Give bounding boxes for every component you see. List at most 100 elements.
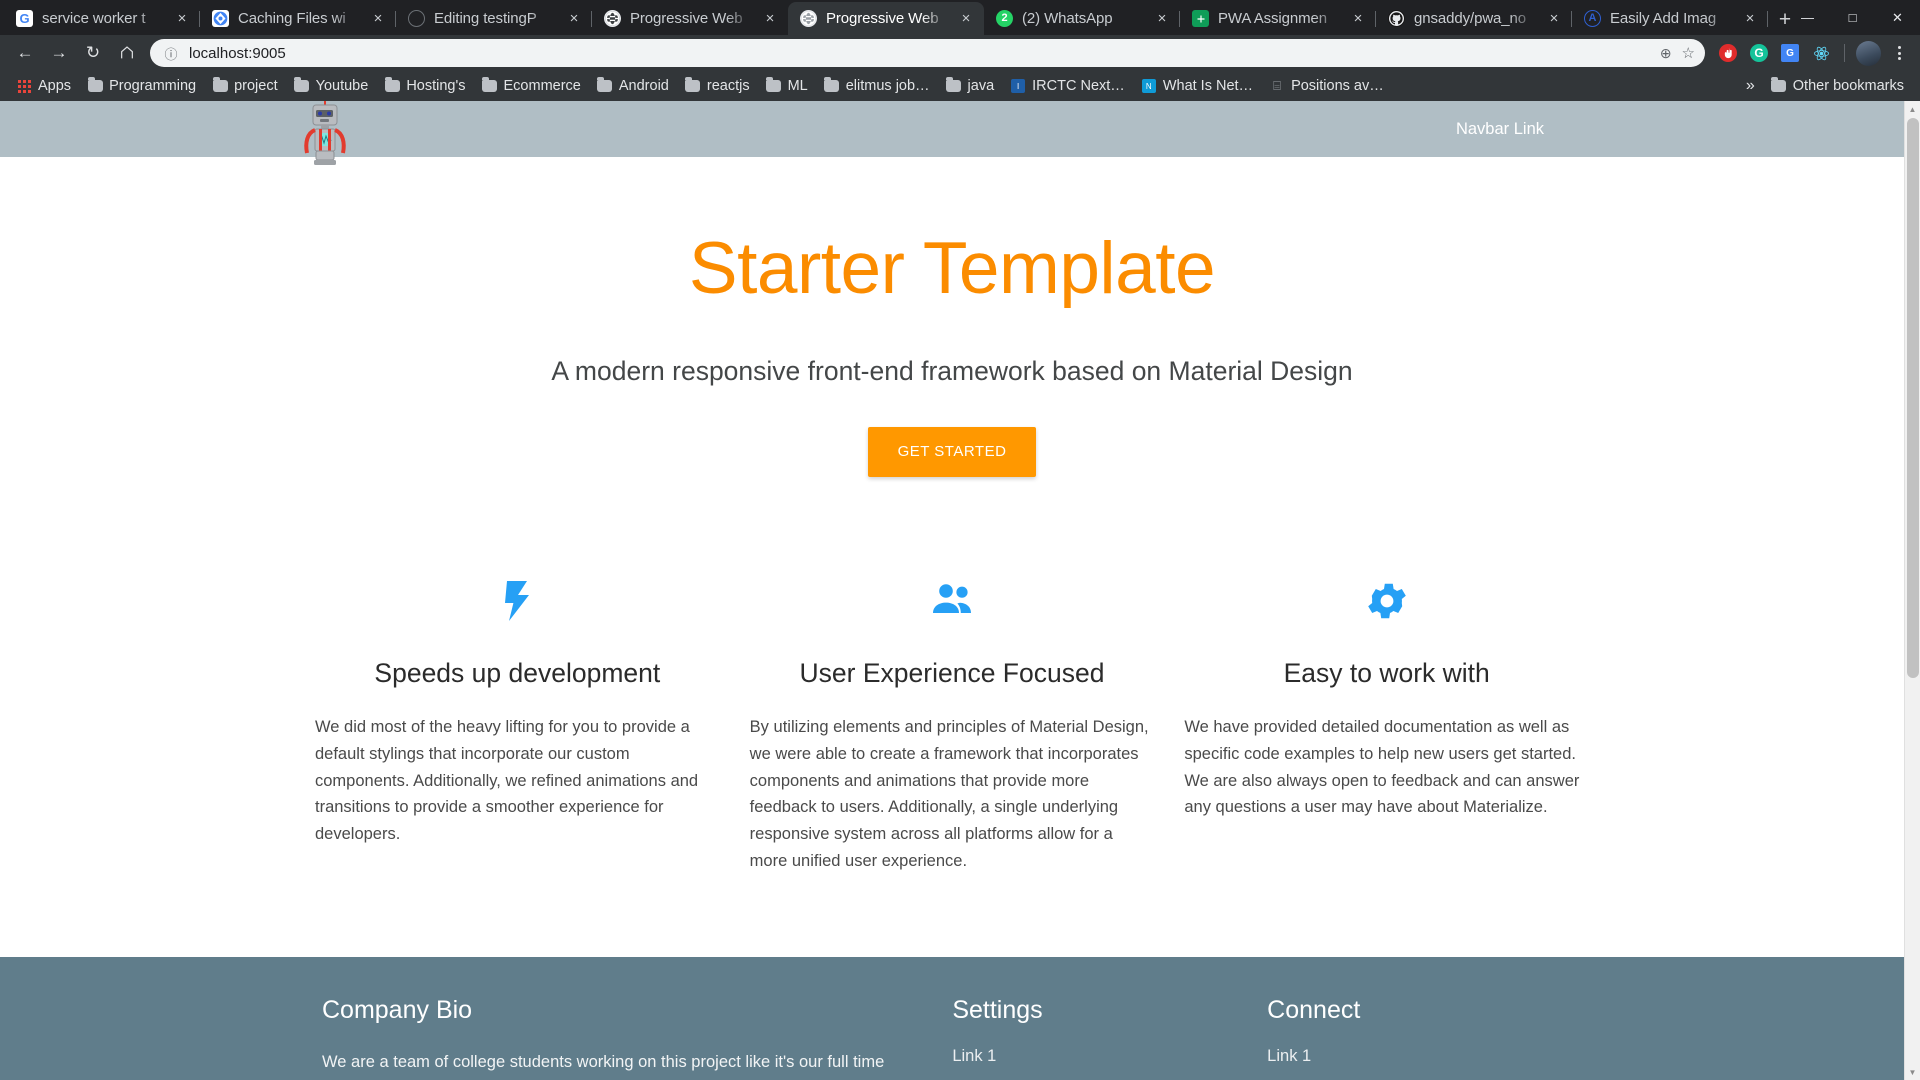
bookmark-item[interactable]: Android: [589, 75, 677, 97]
folder-icon: [824, 78, 840, 94]
bookmark-item[interactable]: Programming: [79, 75, 204, 97]
feature-card: Speeds up development We did most of the…: [300, 577, 735, 874]
chrome-menu-icon[interactable]: [1886, 40, 1912, 66]
browser-window: G service worker t × Caching Files wi × …: [0, 0, 1920, 1080]
browser-tab-active[interactable]: Progressive Web ×: [788, 2, 984, 35]
browser-tab[interactable]: Caching Files wi ×: [200, 2, 396, 35]
tab-title: Progressive Web: [630, 10, 756, 27]
back-icon[interactable]: ←: [8, 38, 42, 68]
browser-tab[interactable]: G service worker t ×: [4, 2, 200, 35]
maximize-icon[interactable]: □: [1830, 0, 1875, 35]
settings-gear-icon: [1184, 577, 1589, 635]
footer-link[interactable]: Link 1: [1267, 1047, 1582, 1066]
close-icon[interactable]: ×: [172, 9, 192, 29]
bookmark-label: ML: [788, 78, 808, 94]
address-bar[interactable]: ⓘ localhost:9005 ⊕ ☆: [150, 39, 1705, 67]
footer-link[interactable]: Link 1: [952, 1047, 1267, 1066]
web-page: Navbar Link Starter Template A modern re…: [0, 101, 1904, 1080]
feature-text: We did most of the heavy lifting for you…: [315, 714, 720, 848]
forward-icon[interactable]: →: [42, 38, 76, 68]
browser-tab[interactable]: gnsaddy/pwa_no ×: [1376, 2, 1572, 35]
irctc-icon: I: [1010, 78, 1026, 94]
bookmark-item[interactable]: project: [204, 75, 286, 97]
bookmark-label: Positions av…: [1291, 78, 1384, 94]
tab-title: service worker t: [42, 10, 168, 27]
browser-tab[interactable]: 2 (2) WhatsApp ×: [984, 2, 1180, 35]
tab-title: gnsaddy/pwa_no: [1414, 10, 1540, 27]
hero-section: Starter Template A modern responsive fro…: [0, 157, 1904, 477]
bookmark-item[interactable]: Hosting's: [376, 75, 473, 97]
close-icon[interactable]: ×: [1740, 9, 1760, 29]
page-viewport: Navbar Link Starter Template A modern re…: [0, 101, 1920, 1080]
footer-bio-text: We are a team of college students workin…: [322, 1049, 912, 1080]
google-translate-icon[interactable]: G: [1777, 40, 1803, 66]
whatsapp-icon: 2: [996, 10, 1013, 27]
feature-text: We have provided detailed documentation …: [1184, 714, 1589, 821]
folder-icon: [597, 78, 613, 94]
feature-title: Speeds up development: [315, 658, 720, 689]
bookmark-item[interactable]: java: [938, 75, 1003, 97]
react-devtools-icon[interactable]: [1808, 40, 1834, 66]
grammarly-icon[interactable]: G: [1746, 40, 1772, 66]
bookmark-item[interactable]: ML: [758, 75, 816, 97]
close-icon[interactable]: ×: [760, 9, 780, 29]
document-icon: ⌸: [1269, 78, 1285, 94]
reload-icon[interactable]: ↻: [76, 38, 110, 68]
sheets-icon: [1192, 10, 1209, 27]
browser-tab[interactable]: PWA Assignmen ×: [1180, 2, 1376, 35]
close-icon[interactable]: ×: [956, 9, 976, 29]
bookmark-apps[interactable]: Apps: [8, 75, 79, 97]
robot-logo[interactable]: [302, 101, 348, 165]
close-icon[interactable]: ×: [564, 9, 584, 29]
bookmark-item[interactable]: elitmus job…: [816, 75, 938, 97]
features-section: Speeds up development We did most of the…: [0, 577, 1904, 874]
avatar[interactable]: [1855, 40, 1881, 66]
close-icon[interactable]: ×: [368, 9, 388, 29]
url-text[interactable]: localhost:9005: [189, 45, 1660, 62]
close-icon[interactable]: ×: [1544, 9, 1564, 29]
google-icon: G: [16, 10, 33, 27]
site-navbar: Navbar Link: [0, 101, 1904, 157]
get-started-button[interactable]: GET STARTED: [868, 427, 1037, 477]
close-window-icon[interactable]: ✕: [1875, 0, 1920, 35]
bookmark-item[interactable]: Youtube: [286, 75, 377, 97]
other-bookmarks-label: Other bookmarks: [1793, 78, 1904, 94]
footer-connect-column: Connect Link 1 Link 2: [1267, 995, 1582, 1080]
folder-icon: [212, 78, 228, 94]
close-icon[interactable]: ×: [1348, 9, 1368, 29]
bookmark-label: Youtube: [316, 78, 369, 94]
share-icon[interactable]: ⊕: [1660, 45, 1672, 62]
tab-title: Easily Add Imag: [1610, 10, 1736, 27]
bookmark-item[interactable]: Ecommerce: [474, 75, 589, 97]
browser-tab[interactable]: Progressive Web ×: [592, 2, 788, 35]
adblock-icon[interactable]: [1715, 40, 1741, 66]
scroll-down-icon[interactable]: ▼: [1905, 1064, 1920, 1080]
browser-tab[interactable]: Editing testingP ×: [396, 2, 592, 35]
navbar-link[interactable]: Navbar Link: [1441, 120, 1559, 139]
page-scrollbar[interactable]: ▲ ▼: [1904, 101, 1920, 1080]
tab-title: (2) WhatsApp: [1022, 10, 1148, 27]
bookmark-item[interactable]: NWhat Is Net…: [1133, 75, 1261, 97]
footer-heading: Company Bio: [322, 995, 912, 1025]
bookmark-label: java: [968, 78, 995, 94]
minimize-icon[interactable]: —: [1785, 0, 1830, 35]
bookmark-item[interactable]: ⌸ Positions av…: [1261, 75, 1392, 97]
close-icon[interactable]: ×: [1152, 9, 1172, 29]
tab-separator: [1767, 11, 1768, 27]
folder-icon: [685, 78, 701, 94]
bookmark-star-icon[interactable]: ☆: [1682, 44, 1695, 62]
bookmark-item[interactable]: reactjs: [677, 75, 758, 97]
scroll-up-icon[interactable]: ▲: [1905, 101, 1920, 117]
scrollbar-thumb[interactable]: [1907, 118, 1919, 678]
page-info-icon[interactable]: ⓘ: [162, 44, 180, 62]
bookmark-label: Programming: [109, 78, 196, 94]
browser-tab[interactable]: A Easily Add Imag ×: [1572, 2, 1768, 35]
bookmarks-overflow-button[interactable]: »: [1738, 74, 1763, 98]
folder-icon: [946, 78, 962, 94]
browser-toolbar: ← → ↻ ⓘ localhost:9005 ⊕ ☆ G G: [0, 35, 1920, 71]
folder-icon: [1771, 78, 1787, 94]
site-footer: Company Bio We are a team of college stu…: [0, 957, 1904, 1080]
other-bookmarks-button[interactable]: Other bookmarks: [1763, 75, 1912, 97]
bookmark-item[interactable]: IIRCTC Next…: [1002, 75, 1133, 97]
home-icon[interactable]: [110, 38, 144, 68]
